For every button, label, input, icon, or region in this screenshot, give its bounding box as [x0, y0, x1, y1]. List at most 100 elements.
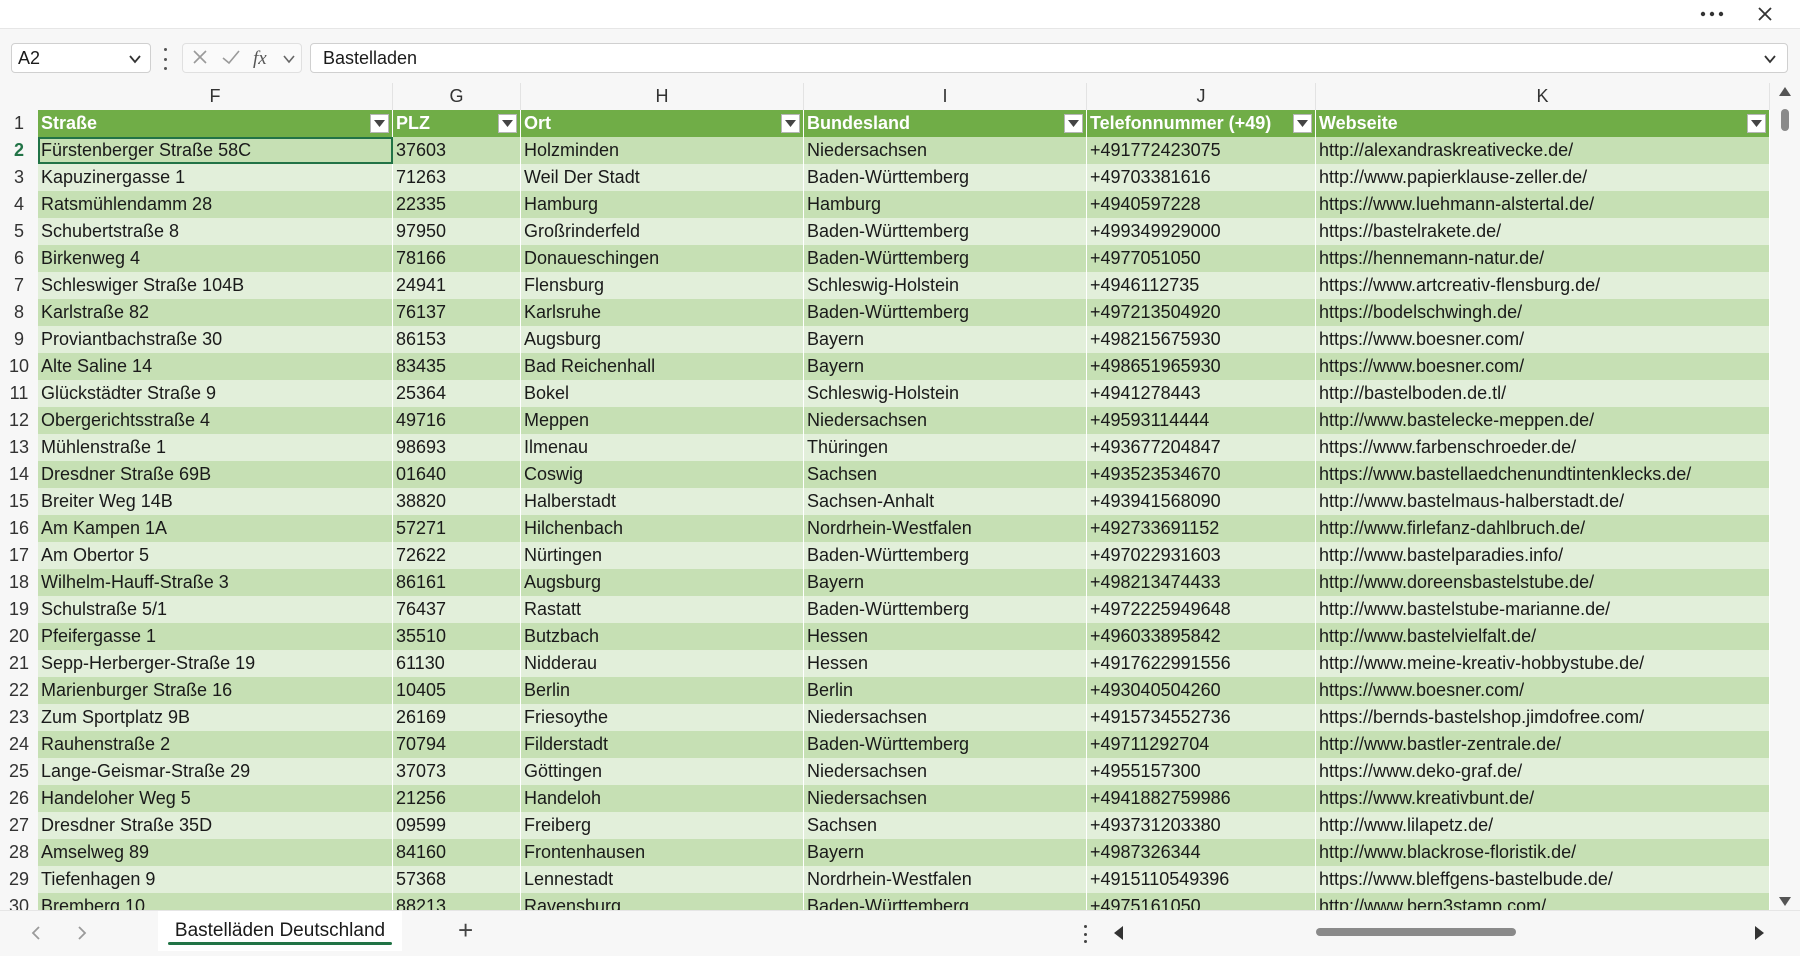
table-cell[interactable]: Lange-Geismar-Straße 29	[38, 758, 393, 785]
table-cell[interactable]: http://www.firlefanz-dahlbruch.de/	[1316, 515, 1770, 542]
table-cell[interactable]: +491772423075	[1087, 137, 1316, 164]
table-cell[interactable]: Sepp-Herberger-Straße 19	[38, 650, 393, 677]
column-header-g[interactable]: G	[393, 83, 521, 110]
table-cell[interactable]: Sachsen	[804, 461, 1087, 488]
sheet-tab-active[interactable]: Bastelläden Deutschland	[158, 911, 402, 951]
table-cell[interactable]: +4941278443	[1087, 380, 1316, 407]
table-cell[interactable]: +493677204847	[1087, 434, 1316, 461]
table-cell[interactable]: Obergerichtsstraße 4	[38, 407, 393, 434]
table-cell[interactable]: http://alexandraskreativecke.de/	[1316, 137, 1770, 164]
insert-function-icon[interactable]: fx	[253, 48, 267, 70]
table-cell[interactable]: http://www.lilapetz.de/	[1316, 812, 1770, 839]
table-cell[interactable]: Dresdner Straße 69B	[38, 461, 393, 488]
table-cell[interactable]: Baden-Württemberg	[804, 893, 1087, 910]
table-cell[interactable]: 78166	[393, 245, 521, 272]
table-cell[interactable]: Amselweg 89	[38, 839, 393, 866]
row-number[interactable]: 14	[0, 461, 38, 488]
horizontal-scroll-thumb[interactable]	[1316, 928, 1516, 936]
table-cell[interactable]: https://bernds-bastelshop.jimdofree.com/	[1316, 704, 1770, 731]
table-cell[interactable]: https://www.deko-graf.de/	[1316, 758, 1770, 785]
table-cell[interactable]: +4955157300	[1087, 758, 1316, 785]
table-cell[interactable]: http://www.doreensbastelstube.de/	[1316, 569, 1770, 596]
table-cell[interactable]: 22335	[393, 191, 521, 218]
table-cell[interactable]: +498213474433	[1087, 569, 1316, 596]
table-cell[interactable]: Donaueschingen	[521, 245, 804, 272]
row-number[interactable]: 30	[0, 893, 38, 910]
column-title-cell[interactable]: Webseite	[1316, 110, 1770, 137]
row-number[interactable]: 20	[0, 623, 38, 650]
table-cell[interactable]: Kapuzinergasse 1	[38, 164, 393, 191]
row-number[interactable]: 2	[0, 137, 38, 164]
row-number[interactable]: 7	[0, 272, 38, 299]
filter-dropdown-icon[interactable]	[370, 114, 389, 133]
row-number[interactable]: 23	[0, 704, 38, 731]
table-cell[interactable]: 35510	[393, 623, 521, 650]
table-cell[interactable]: Glückstädter Straße 9	[38, 380, 393, 407]
chevron-down-icon[interactable]	[281, 51, 297, 67]
table-cell[interactable]: Karlstraße 82	[38, 299, 393, 326]
table-cell[interactable]: https://bodelschwingh.de/	[1316, 299, 1770, 326]
table-cell[interactable]: Niedersachsen	[804, 785, 1087, 812]
row-number[interactable]: 18	[0, 569, 38, 596]
table-cell[interactable]: Berlin	[804, 677, 1087, 704]
table-cell[interactable]: http://www.papierklause-zeller.de/	[1316, 164, 1770, 191]
row-number[interactable]: 17	[0, 542, 38, 569]
table-cell[interactable]: Baden-Württemberg	[804, 542, 1087, 569]
table-cell[interactable]: 01640	[393, 461, 521, 488]
table-cell[interactable]: http://www.bastelstube-marianne.de/	[1316, 596, 1770, 623]
table-cell[interactable]: +497022931603	[1087, 542, 1316, 569]
filter-dropdown-icon[interactable]	[1293, 114, 1312, 133]
table-cell[interactable]: http://www.bastelmaus-halberstadt.de/	[1316, 488, 1770, 515]
row-number[interactable]: 5	[0, 218, 38, 245]
table-cell[interactable]: Karlsruhe	[521, 299, 804, 326]
table-cell[interactable]: Baden-Württemberg	[804, 299, 1087, 326]
vertical-scroll-thumb[interactable]	[1781, 109, 1789, 131]
table-cell[interactable]: 24941	[393, 272, 521, 299]
table-cell[interactable]: Bayern	[804, 839, 1087, 866]
table-cell[interactable]: 10405	[393, 677, 521, 704]
table-cell[interactable]: Ravensburg	[521, 893, 804, 910]
table-cell[interactable]: Holzminden	[521, 137, 804, 164]
table-cell[interactable]: +493523534670	[1087, 461, 1316, 488]
table-cell[interactable]: Schleswig-Holstein	[804, 272, 1087, 299]
table-cell[interactable]: 09599	[393, 812, 521, 839]
table-cell[interactable]: Augsburg	[521, 569, 804, 596]
table-cell[interactable]: https://www.artcreativ-flensburg.de/	[1316, 272, 1770, 299]
table-cell[interactable]: Fürstenberger Straße 58C	[38, 137, 393, 164]
table-cell[interactable]: Mühlenstraße 1	[38, 434, 393, 461]
table-cell[interactable]: Nordrhein-Westfalen	[804, 515, 1087, 542]
chevron-down-icon[interactable]	[126, 50, 144, 68]
table-cell[interactable]: Hessen	[804, 623, 1087, 650]
table-cell[interactable]: https://hennemann-natur.de/	[1316, 245, 1770, 272]
table-cell[interactable]: 72622	[393, 542, 521, 569]
table-cell[interactable]: Sachsen	[804, 812, 1087, 839]
row-number[interactable]: 6	[0, 245, 38, 272]
row-number[interactable]: 24	[0, 731, 38, 758]
table-cell[interactable]: Bayern	[804, 353, 1087, 380]
column-header-k[interactable]: K	[1316, 83, 1770, 110]
table-cell[interactable]: http://bastelboden.de.tl/	[1316, 380, 1770, 407]
filter-dropdown-icon[interactable]	[781, 114, 800, 133]
table-cell[interactable]: 83435	[393, 353, 521, 380]
table-cell[interactable]: +496033895842	[1087, 623, 1316, 650]
table-cell[interactable]: 76437	[393, 596, 521, 623]
table-cell[interactable]: http://www.bastelecke-meppen.de/	[1316, 407, 1770, 434]
table-cell[interactable]: https://www.bastellaedchenundtintenkleck…	[1316, 461, 1770, 488]
formula-bar-grip-icon[interactable]	[161, 48, 169, 70]
table-cell[interactable]: Lennestadt	[521, 866, 804, 893]
table-cell[interactable]: +4941882759986	[1087, 785, 1316, 812]
table-cell[interactable]: Schleswig-Holstein	[804, 380, 1087, 407]
table-cell[interactable]: +4915734552736	[1087, 704, 1316, 731]
scroll-down-icon[interactable]	[1778, 896, 1792, 908]
table-cell[interactable]: +4975161050	[1087, 893, 1316, 910]
table-cell[interactable]: Berlin	[521, 677, 804, 704]
table-cell[interactable]: Weil Der Stadt	[521, 164, 804, 191]
row-number[interactable]: 8	[0, 299, 38, 326]
spreadsheet-grid[interactable]: F G H I J K 1 Straße PLZ Ort Bundesland Telefonnumm…	[0, 83, 1770, 910]
table-cell[interactable]: Schubertstraße 8	[38, 218, 393, 245]
more-options-icon[interactable]	[1692, 0, 1732, 28]
filter-dropdown-icon[interactable]	[498, 114, 517, 133]
name-box[interactable]: A2	[11, 43, 151, 73]
table-cell[interactable]: https://www.boesner.com/	[1316, 353, 1770, 380]
confirm-icon[interactable]	[221, 48, 241, 72]
